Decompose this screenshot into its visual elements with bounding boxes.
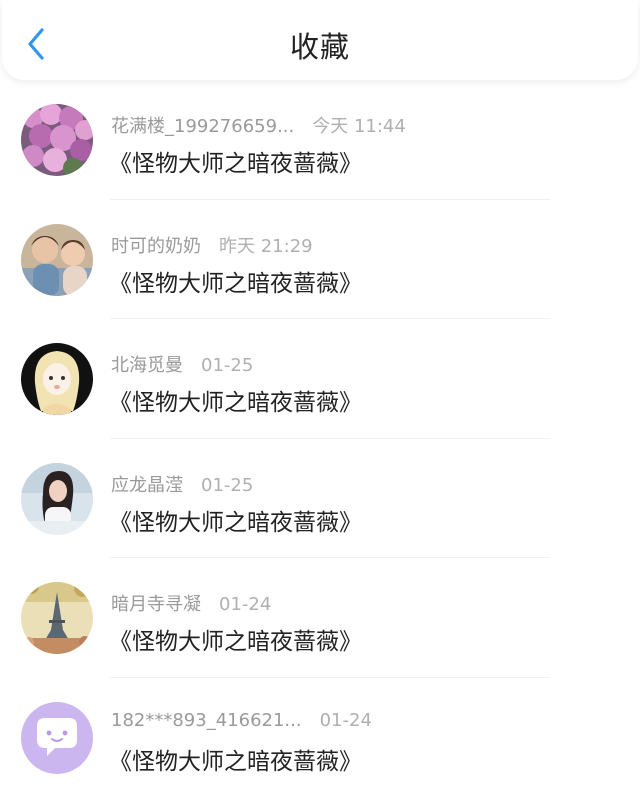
book-title: 《怪物大师之暗夜蔷薇》	[109, 742, 362, 776]
username: 时可的奶奶	[111, 236, 201, 257]
eiffel-tower-avatar[interactable]	[21, 582, 93, 654]
list-item[interactable]: 暗月寺寻凝 01-24 《怪物大师之暗夜蔷薇》	[0, 558, 640, 678]
list-item[interactable]: 北海觅曼 01-25 《怪物大师之暗夜蔷薇》	[0, 319, 640, 439]
book-title: 《怪物大师之暗夜蔷薇》	[109, 383, 362, 417]
flowers-avatar[interactable]	[21, 104, 93, 176]
list-item[interactable]: 182***893_416621... 01-24 《怪物大师之暗夜蔷薇》	[0, 678, 640, 797]
timestamp: 01-24	[219, 594, 271, 615]
timestamp: 01-25	[201, 475, 253, 496]
book-title: 《怪物大师之暗夜蔷薇》	[109, 622, 362, 656]
timestamp: 01-25	[201, 355, 253, 376]
timestamp: 01-24	[320, 710, 372, 731]
username: 182***893_416621...	[111, 710, 302, 731]
timestamp: 昨天 21:29	[219, 236, 313, 257]
username: 暗月寺寻凝	[111, 594, 201, 615]
username: 北海觅曼	[111, 355, 183, 376]
book-title: 《怪物大师之暗夜蔷薇》	[109, 264, 362, 298]
cartoon-girl-avatar[interactable]	[21, 343, 93, 415]
top-bar: 收藏	[2, 0, 638, 80]
list-item[interactable]: 花满楼_199276659... 今天 11:44 《怪物大师之暗夜蔷薇》	[0, 80, 640, 200]
list-item[interactable]: 应龙晶滢 01-25 《怪物大师之暗夜蔷薇》	[0, 439, 640, 559]
timestamp: 今天 11:44	[312, 116, 406, 137]
username: 应龙晶滢	[111, 475, 183, 496]
book-title: 《怪物大师之暗夜蔷薇》	[109, 144, 362, 178]
woman-photo-avatar[interactable]	[21, 463, 93, 535]
children-photo-avatar[interactable]	[21, 224, 93, 296]
book-title: 《怪物大师之暗夜蔷薇》	[109, 503, 362, 537]
page-title: 收藏	[2, 24, 638, 66]
username: 花满楼_199276659...	[111, 116, 294, 137]
favorites-list: 花满楼_199276659... 今天 11:44 《怪物大师之暗夜蔷薇》 时可的…	[0, 80, 640, 797]
chat-bubble-avatar[interactable]	[21, 702, 93, 774]
list-item[interactable]: 时可的奶奶昨天 21:29 《怪物大师之暗夜蔷薇》	[0, 200, 640, 320]
